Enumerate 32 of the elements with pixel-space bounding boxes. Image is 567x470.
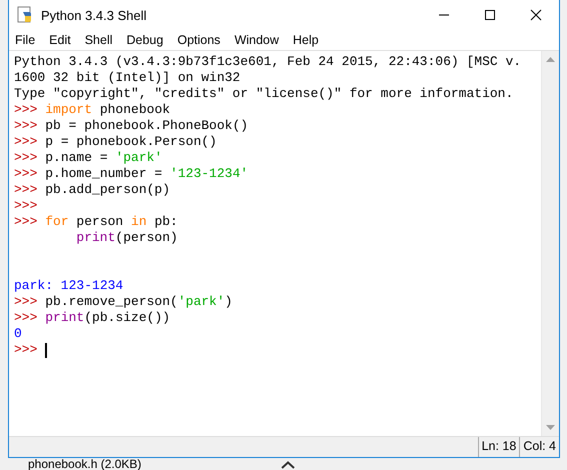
code-line: >>> p.name = 'park' [14,150,162,166]
code-line: park: 123-1234 [14,278,124,294]
code-line: Type "copyright", "credits" or "license()" for more information. [14,86,514,102]
menu-item[interactable]: Help [292,33,326,47]
code-line: Python 3.4.3 (v3.4.3:9b73f1c3e601, Feb 24 2015, 22:43:06) [MSC v. [14,54,522,70]
menu-item[interactable]: Window [234,33,286,47]
code-line: >>> pb.remove_person('park') [14,294,232,310]
menu-item[interactable]: Options [177,33,228,47]
code-line: >>> [14,198,38,214]
column-indicator: Col: 4 [519,437,559,457]
maximize-icon [484,9,496,21]
scrollbar[interactable] [541,51,559,436]
menu-item[interactable]: Shell [84,33,120,47]
menu-item[interactable]: Edit [49,33,78,47]
close-icon [530,9,542,21]
code-line: >>> print(pb.size()) [14,310,170,326]
menu-item[interactable]: Debug [126,33,170,47]
menu-item[interactable]: File [15,33,42,47]
text-cursor [45,342,48,358]
code-line: >>> import phonebook [14,102,170,118]
window-title: Python 3.4.3 Shell [41,8,147,22]
code-line: >>> for person in pb: [14,214,178,230]
code-line: >>> p = phonebook.Person() [14,134,217,150]
line-indicator: Ln: 18 [478,437,520,457]
code-line: >>> pb.add_person(p) [14,182,170,198]
chevron-up-icon [281,461,296,469]
code-line: >>> p.home_number = '123-1234' [14,166,248,182]
code-line: >>> [14,342,38,358]
code-line: 1600 32 bit (Intel)] on win32 [14,70,240,86]
code-line: >>> pb = phonebook.PhoneBook() [14,118,248,134]
code-line: print(person) [76,230,178,246]
code-line: 0 [14,326,22,342]
